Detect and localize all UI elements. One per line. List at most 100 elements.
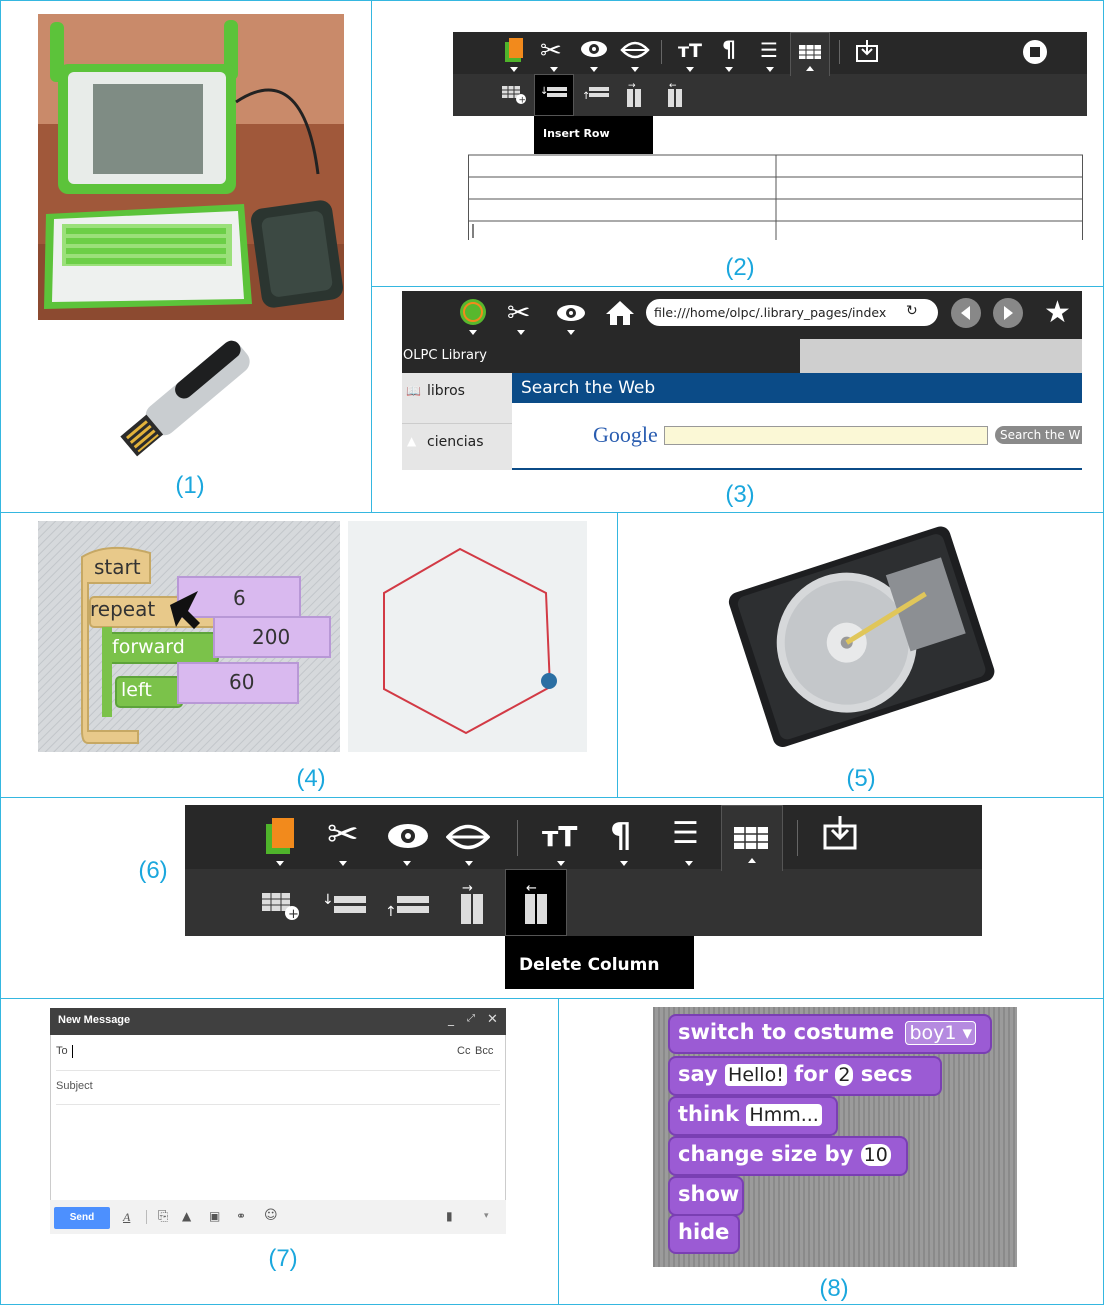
reload-icon[interactable]: ↻	[906, 303, 918, 319]
toolbar-separator-large-2	[797, 820, 798, 856]
say-text-input[interactable]: Hello!	[725, 1064, 787, 1086]
globe-icon[interactable]	[459, 298, 487, 330]
write-toolbar-sub-large	[185, 869, 982, 936]
think-label: think	[678, 1102, 740, 1126]
browse-view-eye-icon[interactable]	[556, 304, 586, 326]
svg-text:→: →	[462, 881, 473, 896]
sidebar-item-ciencias[interactable]: ciencias	[427, 434, 484, 450]
text-size-icon-large[interactable]: ᴛT	[542, 820, 577, 853]
block-start: start	[94, 555, 141, 579]
subject-divider	[56, 1104, 500, 1105]
expand-icon[interactable]: ⤢	[467, 1013, 475, 1024]
insert-row-icon-large[interactable]: ↓	[322, 892, 368, 922]
insert-table-icon[interactable]: +	[502, 86, 526, 108]
delete-row-icon[interactable]: ↑	[582, 85, 610, 105]
paragraph-menu-arrow	[725, 67, 733, 72]
speak-lips-icon-large[interactable]	[445, 822, 491, 856]
back-button[interactable]	[951, 298, 981, 328]
google-search-button[interactable]: Search the W	[995, 426, 1082, 444]
caption-6: (6)	[138, 857, 168, 884]
paragraph-icon-large[interactable]: ¶	[610, 816, 632, 856]
block-forward: forward	[112, 636, 185, 658]
cc-link[interactable]: Cc	[457, 1045, 470, 1057]
export-icon[interactable]	[856, 40, 878, 66]
costume-dropdown[interactable]: boy1 ▾	[905, 1021, 977, 1045]
bookmark-star-icon[interactable]: ★	[1044, 297, 1071, 329]
toolbar-separator-2	[839, 40, 840, 64]
caption-4: (4)	[296, 765, 326, 792]
sidebar-item-libros[interactable]: libros	[427, 383, 465, 399]
stop-icon[interactable]	[1023, 40, 1047, 68]
svg-text:↑: ↑	[385, 904, 397, 918]
edit-scissors-icon-large[interactable]: ✂	[327, 812, 359, 856]
attach-icon[interactable]: ⎘	[158, 1209, 168, 1224]
caption-5: (5)	[846, 765, 876, 792]
costume-value: boy1	[909, 1022, 957, 1044]
tab-title[interactable]: OLPC Library	[403, 348, 487, 363]
close-icon[interactable]: ✕	[487, 1012, 498, 1027]
view-menu-arrow-large	[403, 861, 411, 866]
edit-scissors-icon[interactable]: ✂	[540, 36, 562, 66]
list-menu-arrow	[766, 67, 774, 72]
bcc-link[interactable]: Bcc	[475, 1045, 493, 1057]
hexagon-canvas	[348, 521, 587, 752]
size-value-input[interactable]: 10	[860, 1144, 891, 1166]
send-button[interactable]: Send	[54, 1207, 110, 1229]
forward-button[interactable]	[993, 298, 1023, 328]
link-icon[interactable]: ⚭	[236, 1209, 246, 1223]
insert-row-tooltip: Insert Row	[534, 116, 653, 154]
text-size-icon[interactable]: ᴛT	[678, 40, 702, 62]
caption-1: (1)	[175, 472, 205, 499]
hide-block[interactable]: hide	[668, 1214, 740, 1254]
switch-costume-block[interactable]: switch to costume boy1 ▾	[668, 1014, 992, 1054]
home-icon[interactable]	[605, 300, 635, 330]
document-menu-arrow	[510, 67, 518, 72]
google-search-input[interactable]	[664, 426, 988, 445]
document-table[interactable]	[468, 154, 1083, 240]
document-icon[interactable]	[503, 38, 525, 64]
document-icon-large[interactable]	[264, 816, 298, 860]
photo-icon[interactable]: ▣	[209, 1209, 220, 1223]
list-icon[interactable]: ☰	[760, 38, 778, 62]
delete-column-tooltip: Delete Column	[505, 936, 694, 989]
say-label: say	[678, 1062, 718, 1086]
content-bottom-line	[512, 468, 1082, 470]
subject-field[interactable]: Subject	[56, 1080, 93, 1092]
insert-column-icon-large[interactable]: →	[459, 880, 485, 930]
svg-text:↓: ↓	[322, 892, 334, 908]
to-field[interactable]	[72, 1043, 432, 1059]
change-size-block[interactable]: change size by 10	[668, 1136, 908, 1176]
say-block[interactable]: say Hello! for 2 secs	[668, 1056, 942, 1096]
think-block[interactable]: think Hmm...	[668, 1096, 838, 1136]
speak-menu-arrow	[631, 67, 639, 72]
minimize-icon[interactable]: _	[448, 1012, 454, 1026]
view-eye-icon[interactable]	[580, 40, 608, 62]
formatting-icon[interactable]: A	[123, 1210, 130, 1225]
think-text-input[interactable]: Hmm...	[746, 1104, 822, 1126]
insert-table-icon-large[interactable]: +	[262, 893, 300, 925]
svg-text:←: ←	[526, 881, 537, 896]
delete-row-icon-large[interactable]: ↑	[385, 892, 431, 922]
export-icon-large[interactable]	[823, 816, 857, 854]
drive-icon[interactable]: ▲	[182, 1209, 191, 1223]
delete-column-icon-large: ←	[523, 880, 549, 930]
browse-edit-scissors-icon[interactable]: ✂	[507, 296, 530, 329]
show-block[interactable]: show	[668, 1176, 744, 1216]
google-logo: Google	[593, 422, 658, 447]
view-eye-icon-large[interactable]	[387, 823, 429, 853]
more-options-icon[interactable]: ▾	[484, 1211, 489, 1221]
paragraph-icon[interactable]: ¶	[722, 38, 736, 63]
speak-lips-icon[interactable]	[620, 40, 650, 64]
emoji-icon[interactable]: ☺	[264, 1208, 278, 1223]
delete-column-icon[interactable]: ←	[667, 80, 683, 112]
view-menu-arrow	[590, 67, 598, 72]
globe-menu-arrow	[469, 330, 477, 335]
say-secs-input[interactable]: 2	[835, 1064, 854, 1086]
block-forward-value: 200	[252, 625, 291, 649]
list-icon-large[interactable]: ☰	[672, 816, 699, 851]
caption-2: (2)	[725, 254, 755, 281]
show-label: show	[678, 1182, 740, 1206]
trash-icon[interactable]: ▮	[446, 1209, 453, 1223]
insert-column-icon[interactable]: →	[626, 80, 642, 112]
toolbar-separator-large	[517, 820, 518, 856]
